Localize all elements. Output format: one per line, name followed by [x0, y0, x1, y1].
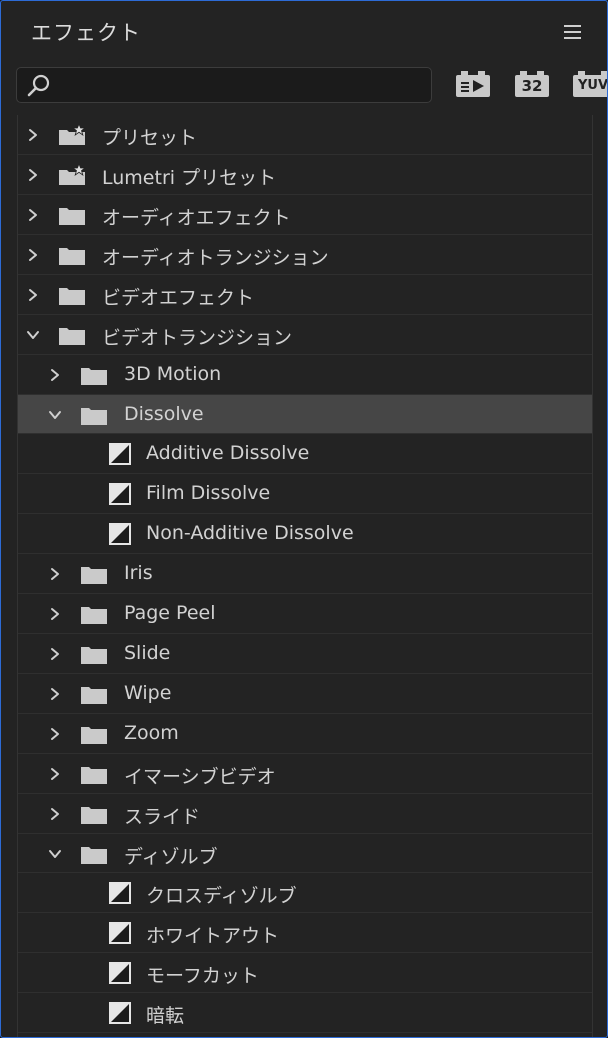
chevron-right-icon[interactable] — [48, 687, 62, 701]
panel-header: エフェクト — [1, 1, 607, 61]
chevron-down-icon[interactable] — [48, 847, 62, 861]
folder-icon — [81, 727, 107, 744]
chevron-right-icon[interactable] — [26, 128, 40, 142]
effects-panel: エフェクト 32 YUV プリセット Lumetri プリセット オーディオエフェク… — [0, 0, 608, 1038]
chevron-right-icon[interactable] — [48, 727, 62, 741]
tree-folder-row[interactable]: スライド — [18, 794, 592, 834]
tree-folder-row[interactable]: プリセット — [18, 115, 592, 155]
tree-folder-row[interactable]: Page Peel — [18, 594, 592, 634]
search-box[interactable] — [16, 67, 432, 104]
chevron-right-icon[interactable] — [26, 248, 40, 262]
tree-item-label: オーディオエフェクト — [102, 207, 291, 229]
effect-item[interactable]: ホワイトアウト — [18, 913, 592, 953]
folder-icon — [59, 248, 85, 265]
tree-item-label: ホワイトアウト — [146, 925, 280, 947]
accelerated-effects-icon — [456, 71, 490, 97]
tree-folder-row[interactable]: Zoom — [18, 714, 592, 754]
yuv-filter[interactable]: YUV — [573, 71, 607, 99]
tree-item-label: ビデオエフェクト — [102, 287, 255, 309]
tree-folder-row[interactable]: ビデオトランジション — [18, 315, 592, 355]
tree-folder-row[interactable]: ディゾルブ — [18, 834, 592, 873]
effect-item[interactable]: 暗転 — [18, 993, 592, 1033]
folder-icon — [81, 687, 107, 704]
tree-item-label: 暗転 — [146, 1005, 185, 1027]
tree-item-label: Non-Additive Dissolve — [146, 522, 354, 544]
tree-item-label: Additive Dissolve — [146, 442, 310, 464]
folder-icon — [81, 647, 107, 664]
chevron-right-icon[interactable] — [48, 368, 62, 382]
effect-item[interactable]: Additive Dissolve — [18, 434, 592, 474]
tree-item-label: ビデオトランジション — [102, 327, 293, 349]
32bit-badge: 32 — [515, 71, 549, 97]
tree-item-label: Lumetri プリセット — [102, 167, 277, 189]
tree-item-label: スライド — [124, 806, 201, 828]
tree-item-label: クロスディゾルブ — [146, 885, 297, 907]
folder-icon — [81, 607, 107, 624]
folder-icon — [59, 208, 85, 225]
chevron-right-icon[interactable] — [26, 288, 40, 302]
transition-effect-icon — [109, 1002, 131, 1024]
32bit-color-filter[interactable]: 32 — [515, 71, 549, 99]
chevron-right-icon[interactable] — [48, 607, 62, 621]
folder-icon — [81, 368, 107, 385]
tree-folder-row[interactable]: Dissolve — [18, 395, 592, 434]
tree-item-label: Wipe — [124, 682, 172, 704]
preset-folder-icon — [59, 164, 86, 185]
tree-item-label: ディゾルブ — [124, 846, 218, 868]
tree-folder-row[interactable]: イマーシブビデオ — [18, 754, 592, 794]
folder-icon — [59, 328, 85, 345]
chevron-down-icon[interactable] — [48, 408, 62, 422]
panel-title: エフェクト — [31, 21, 141, 45]
tree-folder-row[interactable]: オーディオエフェクト — [18, 195, 592, 235]
tree-item-label: Page Peel — [124, 602, 216, 624]
accelerated-effects-filter[interactable] — [456, 71, 490, 99]
tree-folder-row[interactable]: Iris — [18, 554, 592, 594]
search-icon — [27, 74, 50, 97]
hamburger-menu-icon[interactable] — [564, 25, 581, 39]
effect-item[interactable]: クロスディゾルブ — [18, 873, 592, 913]
effect-item[interactable]: Non-Additive Dissolve — [18, 514, 592, 554]
transition-effect-icon — [109, 443, 131, 465]
transition-effect-icon — [109, 962, 131, 984]
chevron-down-icon[interactable] — [26, 328, 40, 342]
effect-item[interactable]: モーフカット — [18, 953, 592, 993]
tree-item-label: プリセット — [102, 127, 198, 149]
chevron-right-icon[interactable] — [48, 807, 62, 821]
tree-item-label: 3D Motion — [124, 363, 222, 385]
tree-folder-row[interactable]: ビデオエフェクト — [18, 275, 592, 315]
chevron-right-icon[interactable] — [26, 168, 40, 182]
tree-item-label: イマーシブビデオ — [124, 766, 276, 788]
chevron-right-icon[interactable] — [48, 567, 62, 581]
search-input[interactable] — [57, 68, 421, 104]
transition-effect-icon — [109, 523, 131, 545]
transition-effect-icon — [109, 922, 131, 944]
tree-folder-row[interactable]: Wipe — [18, 674, 592, 714]
tree-item-label: Zoom — [124, 722, 179, 744]
tree-item-label: モーフカット — [146, 965, 259, 987]
effect-item[interactable]: Film Dissolve — [18, 474, 592, 514]
folder-icon — [59, 288, 85, 305]
tree-item-label: Film Dissolve — [146, 482, 271, 504]
transition-effect-icon — [109, 483, 131, 505]
tree-folder-row[interactable]: 3D Motion — [18, 355, 592, 395]
effects-tree: プリセット Lumetri プリセット オーディオエフェクトオーディオトランジション… — [17, 115, 593, 1037]
preset-folder-icon — [59, 124, 86, 145]
folder-icon — [81, 567, 107, 584]
tree-item-label: Iris — [124, 562, 153, 584]
tree-folder-row[interactable]: オーディオトランジション — [18, 235, 592, 275]
folder-icon — [81, 408, 107, 425]
tree-folder-row[interactable]: Slide — [18, 634, 592, 674]
tree-folder-row[interactable]: Lumetri プリセット — [18, 155, 592, 195]
tree-item-label: Slide — [124, 642, 171, 664]
chevron-right-icon[interactable] — [48, 767, 62, 781]
yuv-badge: YUV — [573, 71, 607, 97]
chevron-right-icon[interactable] — [48, 647, 62, 661]
folder-icon — [81, 847, 107, 864]
chevron-right-icon[interactable] — [26, 208, 40, 222]
folder-icon — [81, 767, 107, 784]
tree-item-label: オーディオトランジション — [102, 247, 329, 269]
tree-item-label: Dissolve — [124, 403, 204, 425]
folder-icon — [81, 807, 107, 824]
transition-effect-icon — [109, 882, 131, 904]
